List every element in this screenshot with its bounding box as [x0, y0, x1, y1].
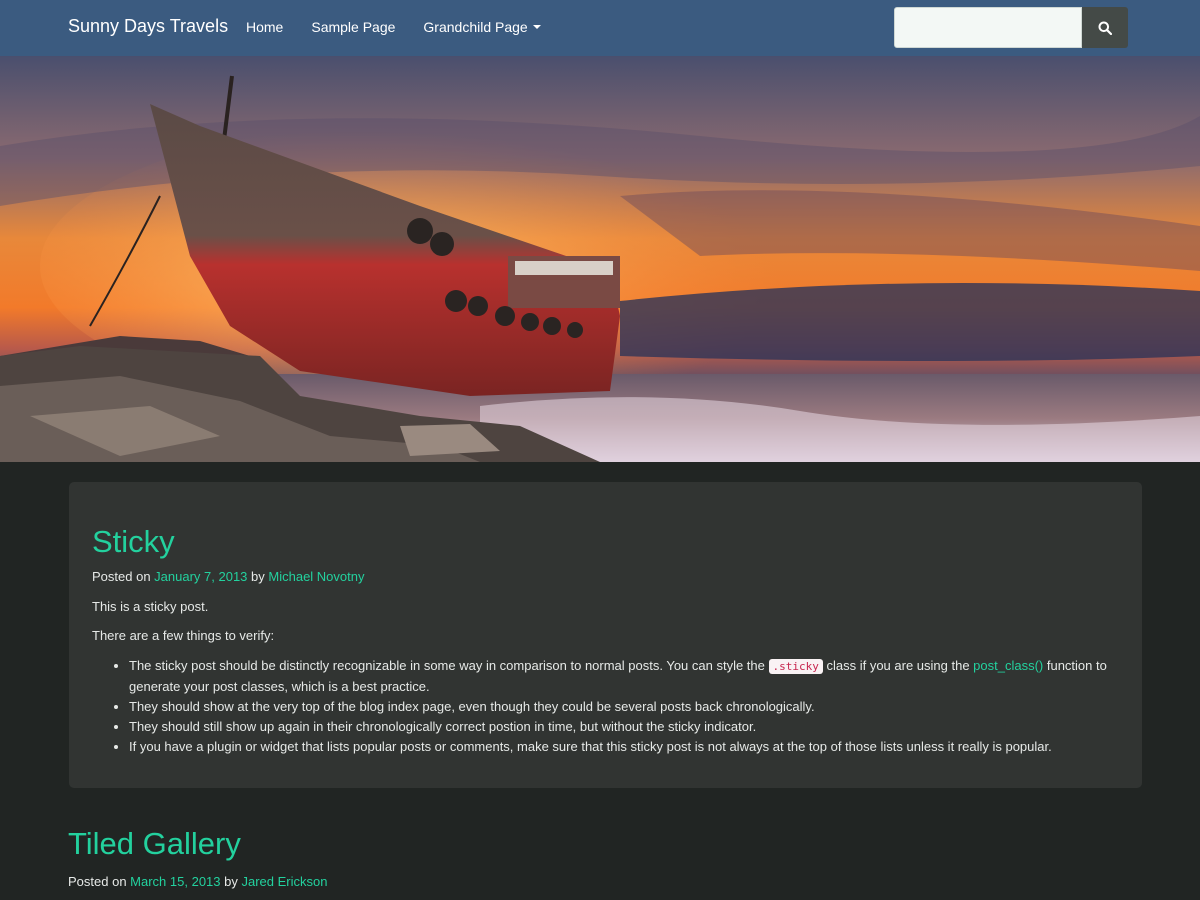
post-class-link[interactable]: post_class() [973, 658, 1043, 673]
nav-grandchild-page-label: Grandchild Page [423, 19, 528, 35]
list-item: The sticky post should be distinctly rec… [129, 656, 1159, 697]
posted-on-label: Posted on [92, 569, 151, 584]
shipwreck-sunset-image [0, 56, 1200, 462]
search-icon [1098, 21, 1112, 35]
post-date-link[interactable]: March 15, 2013 [130, 874, 220, 889]
sticky-class-code: .sticky [768, 659, 823, 674]
post-checklist: The sticky post should be distinctly rec… [92, 656, 1159, 757]
post-date-link[interactable]: January 7, 2013 [154, 569, 247, 584]
post-author-link[interactable]: Michael Novotny [268, 569, 364, 584]
post-paragraph: There are a few things to verify: [92, 628, 275, 643]
navbar: Sunny Days Travels Home Sample Page Gran… [0, 0, 1200, 56]
nav-grandchild-page-dropdown[interactable]: Grandchild Page [423, 19, 541, 35]
header-image [0, 56, 1200, 462]
by-label: by [251, 569, 265, 584]
site-brand-link[interactable]: Sunny Days Travels [68, 16, 228, 37]
post-meta: Posted on March 15, 2013 by Jared Ericks… [68, 874, 327, 889]
list-item: They should show at the very top of the … [129, 697, 1159, 717]
list-text: The sticky post should be distinctly rec… [129, 658, 769, 673]
list-item: If you have a plugin or widget that list… [129, 737, 1159, 757]
main-nav: Home Sample Page Grandchild Page [246, 19, 569, 35]
by-label: by [224, 874, 238, 889]
post-title-link[interactable]: Sticky [92, 524, 175, 560]
post-title-link[interactable]: Tiled Gallery [68, 826, 241, 862]
list-item: They should still show up again in their… [129, 717, 1159, 737]
post-paragraph: This is a sticky post. [92, 599, 209, 614]
sticky-post-card: Sticky Posted on January 7, 2013 by Mich… [69, 482, 1142, 788]
post-author-link[interactable]: Jared Erickson [242, 874, 328, 889]
search-button[interactable] [1082, 7, 1128, 48]
posted-on-label: Posted on [68, 874, 127, 889]
nav-sample-page-link[interactable]: Sample Page [311, 19, 395, 35]
search-input[interactable] [894, 7, 1082, 48]
list-text: class if you are using the [822, 658, 974, 673]
post-meta: Posted on January 7, 2013 by Michael Nov… [92, 569, 365, 584]
nav-home-link[interactable]: Home [246, 19, 283, 35]
caret-down-icon [532, 25, 541, 30]
